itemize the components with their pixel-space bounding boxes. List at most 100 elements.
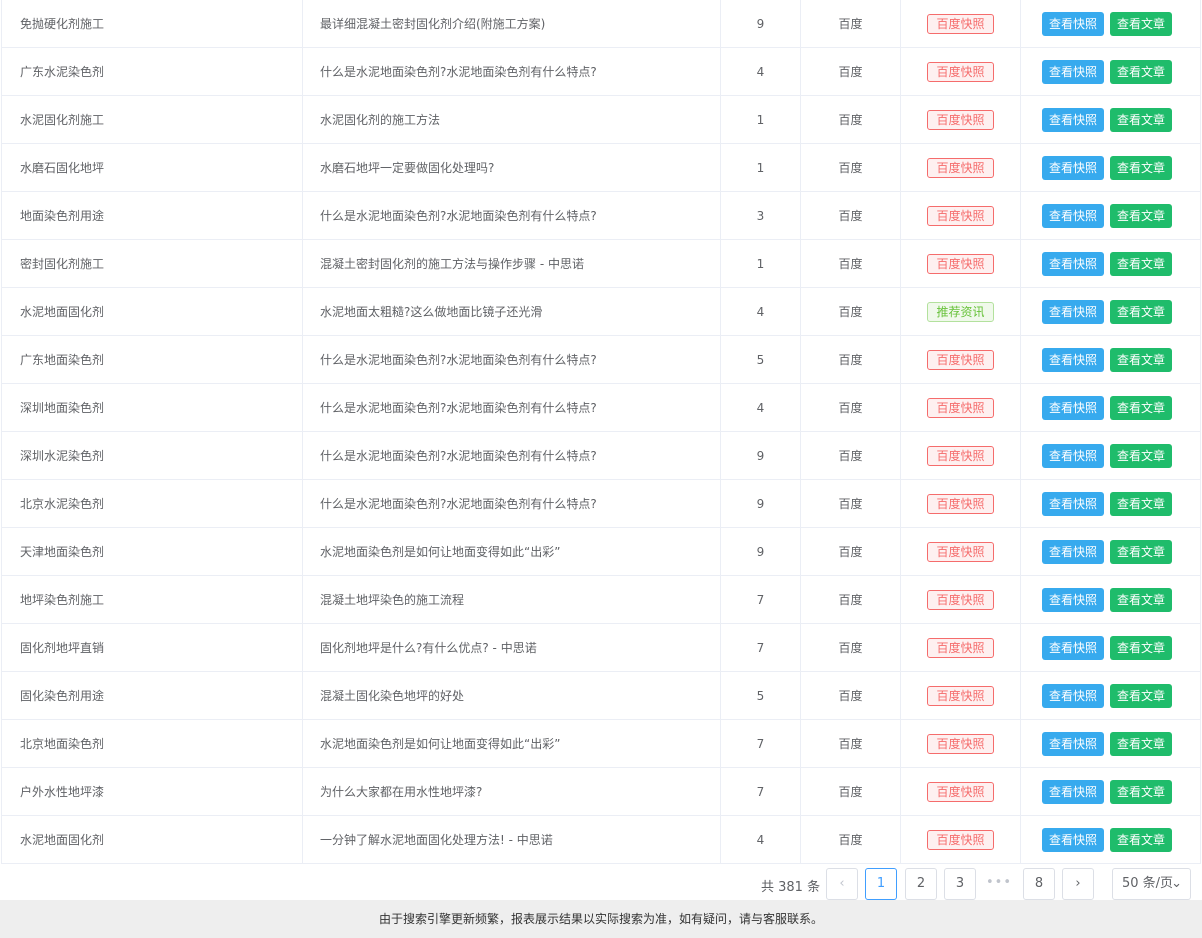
view-article-button[interactable]: 查看文章	[1110, 203, 1173, 228]
actions-cell: 查看快照 查看文章	[1021, 240, 1200, 287]
title-text: 最详细混凝土密封固化剂介绍(附施工方案)	[320, 17, 546, 31]
view-article-button[interactable]: 查看文章	[1110, 251, 1173, 276]
prev-page-button[interactable]: ‹	[826, 868, 858, 900]
rank-text: 7	[756, 784, 765, 799]
view-article-button[interactable]: 查看文章	[1110, 347, 1173, 372]
rank-text: 1	[756, 160, 765, 175]
page-8[interactable]: 8	[1023, 868, 1055, 900]
view-snapshot-button[interactable]: 查看快照	[1042, 155, 1105, 180]
view-snapshot-button[interactable]: 查看快照	[1042, 299, 1105, 324]
source-cell: 百度快照	[901, 768, 1021, 815]
page-size-select[interactable]: 50 条/页 ⌄	[1112, 868, 1191, 900]
keyword-cell: 深圳地面染色剂	[2, 384, 303, 431]
keyword-text: 水泥固化剂施工	[20, 113, 105, 127]
engine-cell: 百度	[801, 336, 901, 383]
view-snapshot-button[interactable]: 查看快照	[1042, 635, 1105, 660]
keyword-cell: 固化染色剂用途	[2, 672, 303, 719]
rank-text: 7	[756, 592, 765, 607]
view-snapshot-button[interactable]: 查看快照	[1042, 443, 1105, 468]
view-article-button[interactable]: 查看文章	[1110, 107, 1173, 132]
view-snapshot-button[interactable]: 查看快照	[1042, 11, 1105, 36]
view-snapshot-button[interactable]: 查看快照	[1042, 107, 1105, 132]
page-1[interactable]: 1	[865, 868, 897, 900]
view-article-button[interactable]: 查看文章	[1110, 779, 1173, 804]
view-snapshot-button[interactable]: 查看快照	[1042, 587, 1105, 612]
view-article-button[interactable]: 查看文章	[1110, 683, 1173, 708]
view-snapshot-button[interactable]: 查看快照	[1042, 203, 1105, 228]
keyword-cell: 北京水泥染色剂	[2, 480, 303, 527]
results-table: 免抛硬化剂施工 最详细混凝土密封固化剂介绍(附施工方案) 9 百度 百度快照 查看快照 查看…	[1, 0, 1201, 864]
view-snapshot-button[interactable]: 查看快照	[1042, 539, 1105, 564]
engine-text: 百度	[838, 689, 863, 703]
view-article-button[interactable]: 查看文章	[1110, 11, 1173, 36]
source-cell: 百度快照	[901, 48, 1021, 95]
actions-cell: 查看快照 查看文章	[1021, 336, 1200, 383]
title-text: 什么是水泥地面染色剂?水泥地面染色剂有什么特点?	[320, 353, 597, 367]
view-article-button[interactable]: 查看文章	[1110, 539, 1173, 564]
actions-cell: 查看快照 查看文章	[1021, 432, 1200, 479]
rank-report-page: 免抛硬化剂施工 最详细混凝土密封固化剂介绍(附施工方案) 9 百度 百度快照 查看快照 查看…	[0, 0, 1202, 938]
view-article-button[interactable]: 查看文章	[1110, 587, 1173, 612]
table-row: 密封固化剂施工 混凝土密封固化剂的施工方法与操作步骤 - 中思诺 1 百度 百度快照 查看…	[2, 240, 1200, 288]
title-text: 什么是水泥地面染色剂?水泥地面染色剂有什么特点?	[320, 497, 597, 511]
view-article-button[interactable]: 查看文章	[1110, 827, 1173, 852]
keyword-cell: 户外水性地坪漆	[2, 768, 303, 815]
table-row: 水磨石固化地坪 水磨石地坪一定要做固化处理吗? 1 百度 百度快照 查看快照 查看文章	[2, 144, 1200, 192]
actions-cell: 查看快照 查看文章	[1021, 288, 1200, 335]
rank-cell: 5	[721, 336, 801, 383]
keyword-text: 北京水泥染色剂	[20, 497, 105, 511]
view-article-button[interactable]: 查看文章	[1110, 443, 1173, 468]
keyword-cell: 水泥固化剂施工	[2, 96, 303, 143]
table-row: 水泥固化剂施工 水泥固化剂的施工方法 1 百度 百度快照 查看快照 查看文章	[2, 96, 1200, 144]
source-cell: 推荐资讯	[901, 288, 1021, 335]
actions-cell: 查看快照 查看文章	[1021, 480, 1200, 527]
view-article-button[interactable]: 查看文章	[1110, 299, 1173, 324]
view-snapshot-button[interactable]: 查看快照	[1042, 827, 1105, 852]
view-snapshot-button[interactable]: 查看快照	[1042, 251, 1105, 276]
table-row: 北京水泥染色剂 什么是水泥地面染色剂?水泥地面染色剂有什么特点? 9 百度 百度快照 查看…	[2, 480, 1200, 528]
page-size-value: 50 条/页	[1122, 876, 1174, 891]
page-2[interactable]: 2	[905, 868, 937, 900]
view-article-button[interactable]: 查看文章	[1110, 155, 1173, 180]
title-cell: 混凝土固化染色地坪的好处	[303, 672, 721, 719]
title-cell: 混凝土密封固化剂的施工方法与操作步骤 - 中思诺	[303, 240, 721, 287]
rank-cell: 9	[721, 432, 801, 479]
view-snapshot-button[interactable]: 查看快照	[1042, 347, 1105, 372]
keyword-text: 北京地面染色剂	[20, 737, 105, 751]
actions-cell: 查看快照 查看文章	[1021, 624, 1200, 671]
actions-cell: 查看快照 查看文章	[1021, 48, 1200, 95]
keyword-cell: 水泥地面固化剂	[2, 816, 303, 863]
view-article-button[interactable]: 查看文章	[1110, 59, 1173, 84]
view-article-button[interactable]: 查看文章	[1110, 395, 1173, 420]
view-article-button[interactable]: 查看文章	[1110, 491, 1173, 516]
actions-cell: 查看快照 查看文章	[1021, 720, 1200, 767]
rank-text: 9	[756, 544, 765, 559]
page-ellipsis[interactable]: •••	[983, 868, 1015, 900]
page-3[interactable]: 3	[944, 868, 976, 900]
title-cell: 为什么大家都在用水性地坪漆?	[303, 768, 721, 815]
title-text: 水泥固化剂的施工方法	[320, 113, 441, 127]
engine-text: 百度	[838, 545, 863, 559]
title-cell: 什么是水泥地面染色剂?水泥地面染色剂有什么特点?	[303, 480, 721, 527]
engine-cell: 百度	[801, 48, 901, 95]
view-article-button[interactable]: 查看文章	[1110, 635, 1173, 660]
source-tag: 百度快照	[927, 109, 994, 130]
source-cell: 百度快照	[901, 432, 1021, 479]
view-snapshot-button[interactable]: 查看快照	[1042, 731, 1105, 756]
view-article-button[interactable]: 查看文章	[1110, 731, 1173, 756]
rank-text: 3	[756, 208, 765, 223]
title-cell: 什么是水泥地面染色剂?水泥地面染色剂有什么特点?	[303, 192, 721, 239]
view-snapshot-button[interactable]: 查看快照	[1042, 683, 1105, 708]
view-snapshot-button[interactable]: 查看快照	[1042, 395, 1105, 420]
engine-cell: 百度	[801, 0, 901, 47]
keyword-text: 广东水泥染色剂	[20, 65, 105, 79]
view-snapshot-button[interactable]: 查看快照	[1042, 779, 1105, 804]
title-text: 什么是水泥地面染色剂?水泥地面染色剂有什么特点?	[320, 209, 597, 223]
keyword-cell: 天津地面染色剂	[2, 528, 303, 575]
next-page-button[interactable]: ›	[1062, 868, 1094, 900]
engine-text: 百度	[838, 497, 863, 511]
engine-text: 百度	[838, 833, 863, 847]
view-snapshot-button[interactable]: 查看快照	[1042, 59, 1105, 84]
table-row: 北京地面染色剂 水泥地面染色剂是如何让地面变得如此“出彩” 7 百度 百度快照 查看快照查…	[2, 720, 1200, 768]
view-snapshot-button[interactable]: 查看快照	[1042, 491, 1105, 516]
